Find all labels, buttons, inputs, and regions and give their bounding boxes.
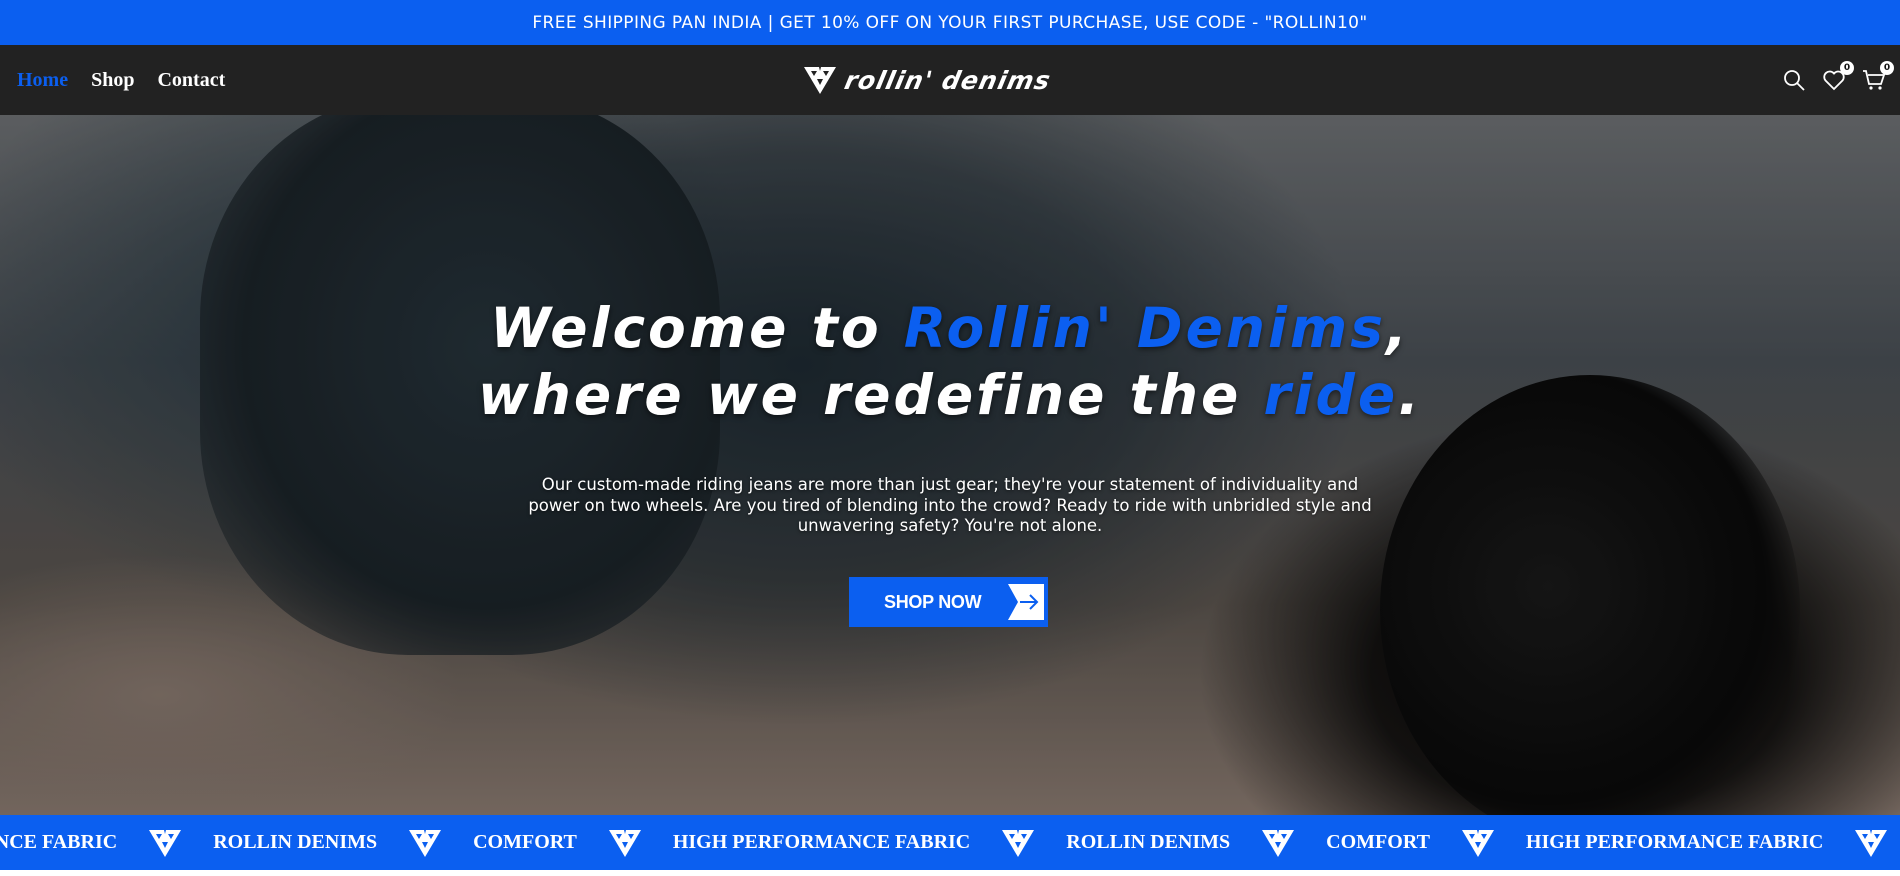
site-logo[interactable]: rollin' denims <box>803 62 1054 98</box>
logo-mark-icon <box>149 829 182 857</box>
arrow-right-icon <box>1008 584 1044 620</box>
marquee-banner: RMANCE FABRIC ROLLIN DENIMS COMFORT HIGH… <box>0 815 1900 870</box>
logo-mark-icon <box>1855 829 1888 857</box>
logo-mark-icon <box>1262 829 1295 857</box>
hero-description: Our custom-made riding jeans are more th… <box>528 475 1372 535</box>
cart-icon[interactable]: 0 <box>1862 61 1894 92</box>
cart-count-badge: 0 <box>1880 61 1894 75</box>
logo-mark-icon <box>409 829 442 857</box>
hero-banner: Welcome to Rollin' Denims, where we rede… <box>0 115 1900 815</box>
marquee-item: ROLLIN DENIMS <box>1066 831 1231 853</box>
marquee-track: RMANCE FABRIC ROLLIN DENIMS COMFORT HIGH… <box>0 815 1900 870</box>
logo-mark-icon <box>804 67 836 94</box>
header-icons: 0 0 <box>1782 45 1894 115</box>
marquee-item: COMFORT <box>1326 831 1430 853</box>
logo-wordmark: rollin' denims <box>841 65 1054 95</box>
wishlist-heart-icon[interactable]: 0 <box>1822 61 1854 92</box>
nav-contact-link[interactable]: Contact <box>157 69 225 92</box>
nav-shop-link[interactable]: Shop <box>91 69 134 92</box>
hero-title: Welcome to Rollin' Denims, where we rede… <box>477 296 1423 427</box>
shop-now-label: SHOP NOW <box>884 592 982 612</box>
logo-mark-icon <box>608 829 641 857</box>
marquee-item: RMANCE FABRIC <box>0 831 118 853</box>
marquee-item: COMFORT <box>473 831 577 853</box>
announcement-bar: FREE SHIPPING PAN INDIA | GET 10% OFF ON… <box>0 0 1900 45</box>
announcement-text: FREE SHIPPING PAN INDIA | GET 10% OFF ON… <box>532 12 1368 33</box>
shop-now-button[interactable]: SHOP NOW <box>849 577 1048 627</box>
marquee-item: ROLLIN DENIMS <box>213 831 378 853</box>
search-icon[interactable] <box>1782 68 1806 92</box>
site-header: Home Shop Contact rollin' denims 0 0 <box>0 45 1900 115</box>
marquee-item: HIGH PERFORMANCE FABRIC <box>1525 831 1824 853</box>
logo-mark-icon <box>1002 829 1035 857</box>
logo-mark-icon <box>1461 829 1494 857</box>
wishlist-count-badge: 0 <box>1840 61 1854 75</box>
main-nav: Home Shop Contact <box>17 45 225 115</box>
nav-home-link[interactable]: Home <box>17 69 68 92</box>
marquee-item: HIGH PERFORMANCE FABRIC <box>672 831 971 853</box>
